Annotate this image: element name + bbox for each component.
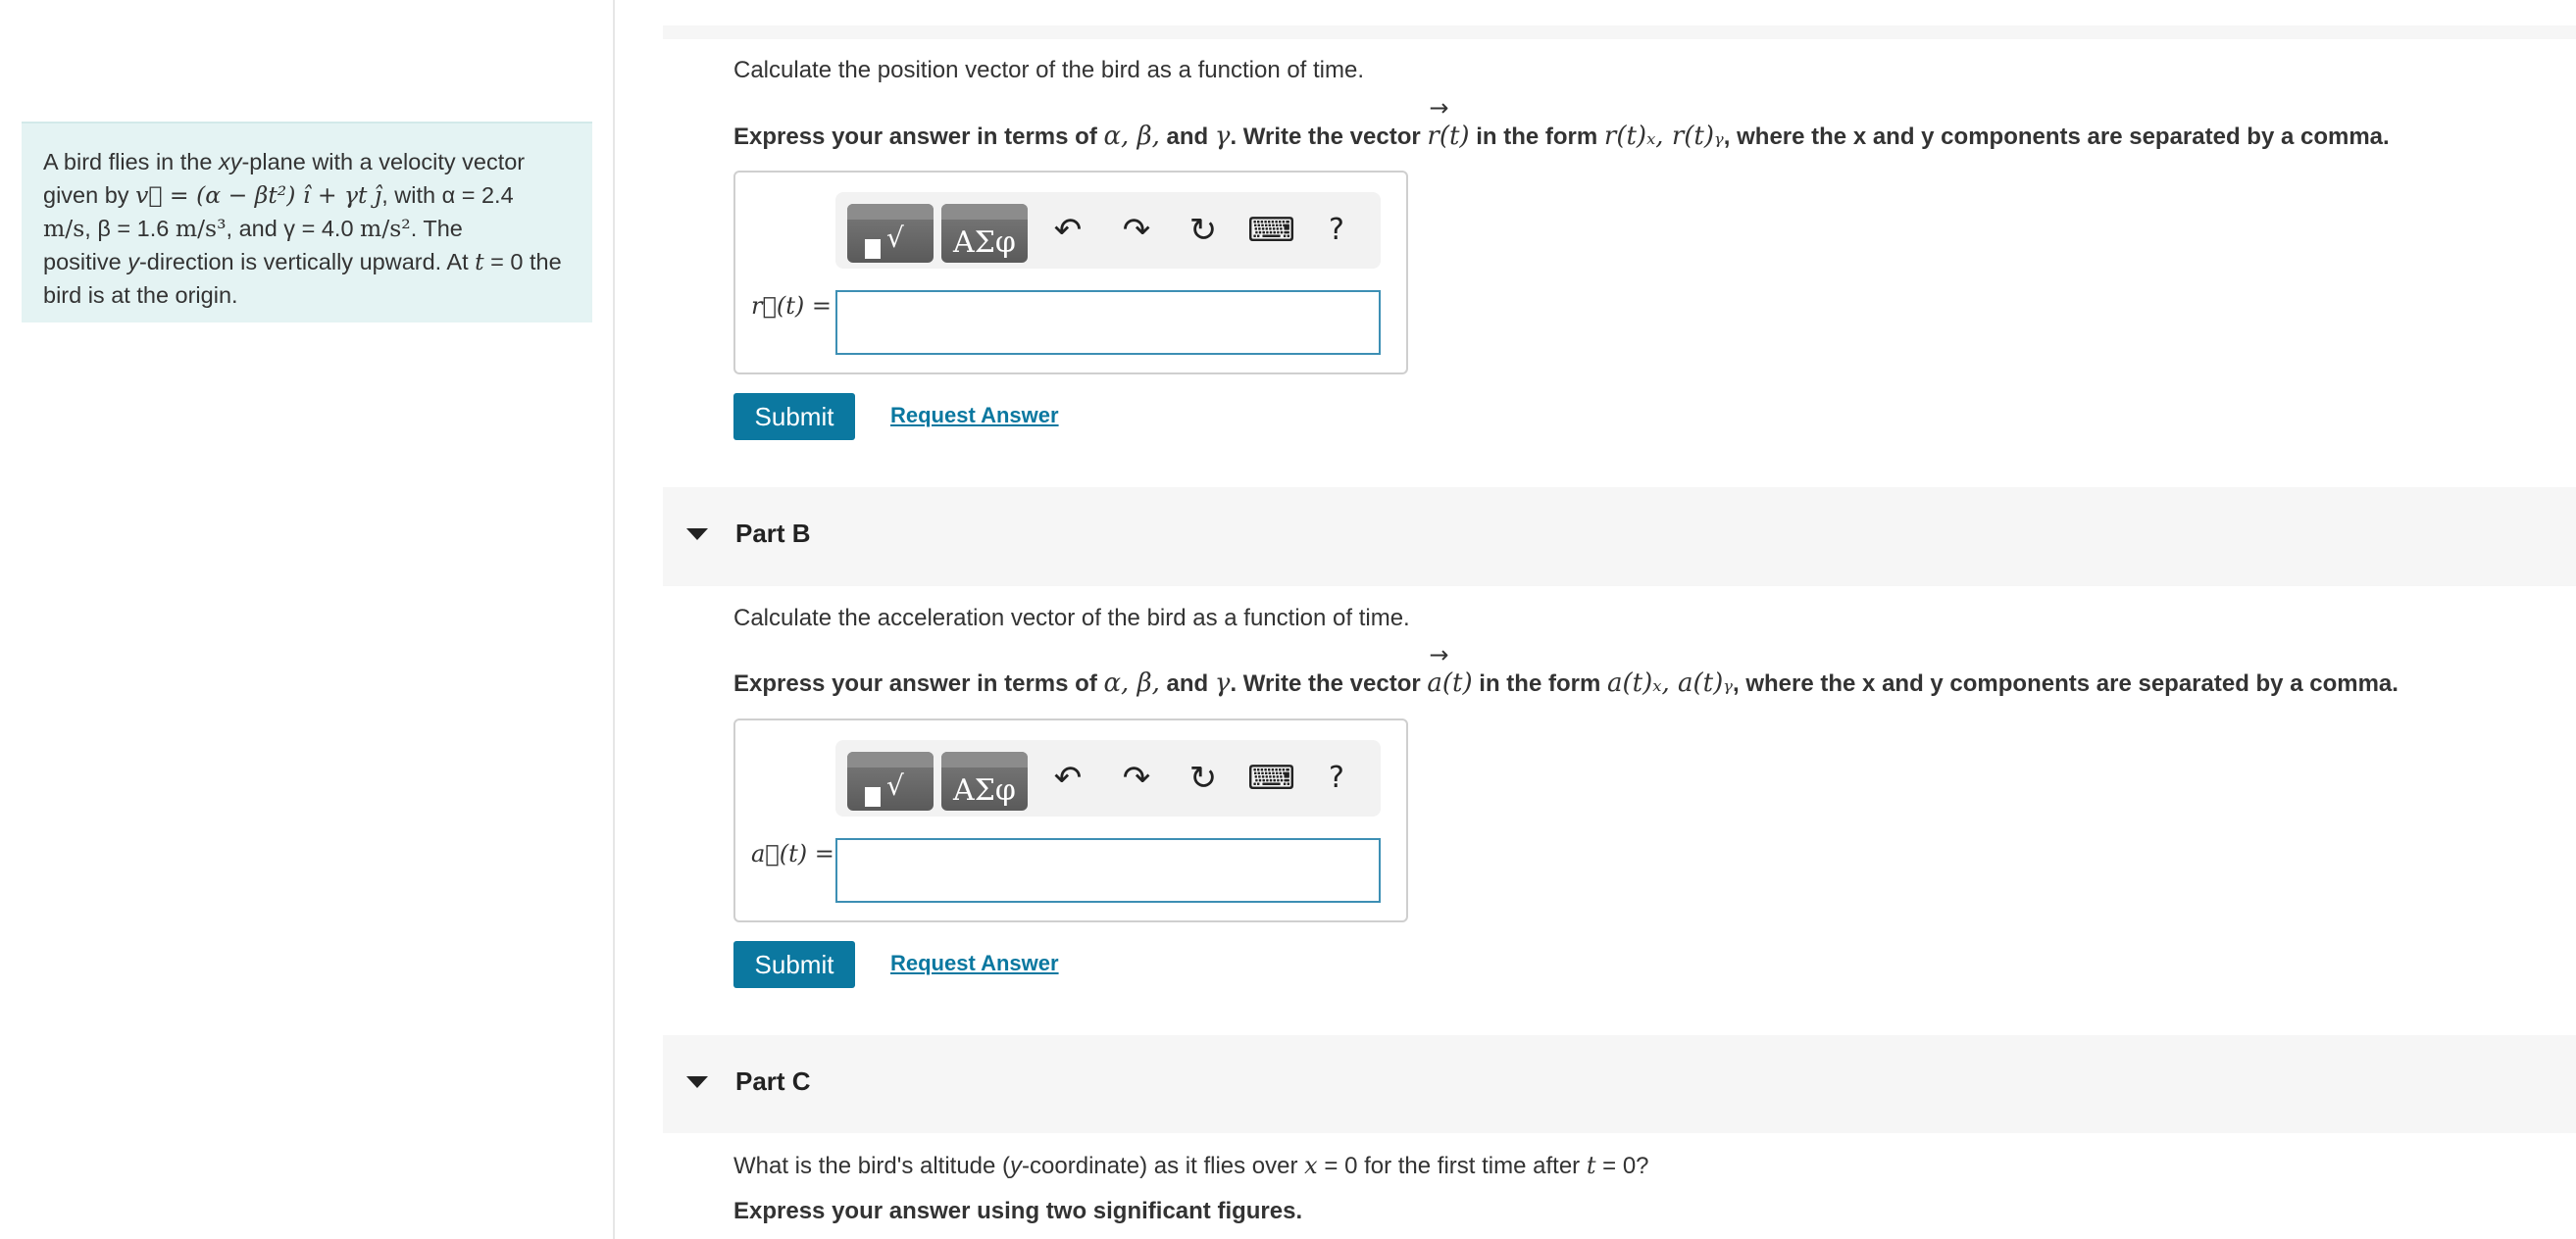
answer-label: r⃗(t) = — [751, 292, 832, 320]
placeholder-square-icon — [865, 239, 881, 259]
symbols-button[interactable]: ΑΣφ — [941, 204, 1028, 263]
part-a-answer-box: √ ΑΣφ ↶ ↷ ↻ ⌨ ? r⃗(t) = — [733, 171, 1408, 374]
reset-icon[interactable]: ↻ — [1181, 754, 1226, 803]
part-b-title: Part B — [735, 519, 811, 548]
math-toolbar: √ ΑΣφ ↶ ↷ ↻ ⌨ ? — [835, 740, 1381, 817]
help-button[interactable]: ? — [1314, 754, 1359, 803]
reset-icon[interactable]: ↻ — [1181, 206, 1226, 255]
answer-label: a⃗(t) = — [751, 840, 834, 867]
collapse-caret-icon[interactable] — [686, 527, 708, 540]
part-a-instructions: Express your answer in terms of α, β, an… — [733, 94, 2390, 151]
sqrt-icon: √ — [886, 769, 904, 802]
answer-input[interactable] — [835, 290, 1381, 355]
request-answer-link[interactable]: Request Answer — [890, 951, 1059, 976]
keyboard-icon[interactable]: ⌨ — [1247, 754, 1295, 803]
answer-input[interactable] — [835, 838, 1381, 903]
part-c-instructions: Express your answer using two significan… — [733, 1198, 1303, 1224]
problem-line-3: m/s, β = 1.6 m/s³, and γ = 4.0 m/s². The — [43, 215, 463, 242]
problem-line-4: positive y-direction is vertically upwar… — [43, 248, 562, 275]
symbols-button[interactable]: ΑΣφ — [941, 752, 1028, 811]
request-answer-link[interactable]: Request Answer — [890, 403, 1059, 428]
part-b-prompt: Calculate the acceleration vector of the… — [733, 605, 1410, 631]
templates-button[interactable]: √ — [847, 752, 934, 811]
redo-icon[interactable]: ↷ — [1114, 206, 1159, 255]
collapse-caret-icon[interactable] — [686, 1075, 708, 1088]
problem-line-1: A bird flies in the xy-plane with a velo… — [43, 149, 526, 174]
help-button[interactable]: ? — [1314, 206, 1359, 255]
part-b-instructions: Express your answer in terms of α, β, an… — [733, 641, 2399, 698]
submit-button[interactable]: Submit — [733, 941, 855, 988]
part-c-prompt: What is the bird's altitude (y-coordinat… — [733, 1152, 1649, 1179]
submit-button[interactable]: Submit — [733, 393, 855, 440]
undo-icon[interactable]: ↶ — [1045, 754, 1090, 803]
problem-pane: A bird flies in the xy-plane with a velo… — [0, 0, 615, 1239]
velocity-equation: v⃗ = (α − βt²) î + γt ĵ — [135, 181, 382, 209]
part-c-header[interactable]: Part C — [663, 1035, 2576, 1133]
redo-icon[interactable]: ↷ — [1114, 754, 1159, 803]
keyboard-icon[interactable]: ⌨ — [1247, 206, 1295, 255]
templates-button[interactable]: √ — [847, 204, 934, 263]
problem-statement: A bird flies in the xy-plane with a velo… — [22, 122, 592, 322]
part-a-header-band — [663, 25, 2576, 39]
part-a-prompt: Calculate the position vector of the bir… — [733, 57, 1365, 83]
placeholder-square-icon — [865, 787, 881, 807]
part-b-answer-box: √ ΑΣφ ↶ ↷ ↻ ⌨ ? a⃗(t) = — [733, 719, 1408, 922]
math-toolbar: √ ΑΣφ ↶ ↷ ↻ ⌨ ? — [835, 192, 1381, 269]
problem-line-5: bird is at the origin. — [43, 282, 238, 308]
sqrt-icon: √ — [886, 222, 904, 254]
part-b-header[interactable]: Part B — [663, 487, 2576, 586]
part-c-title: Part C — [735, 1066, 811, 1096]
undo-icon[interactable]: ↶ — [1045, 206, 1090, 255]
problem-line-2: given by v⃗ = (α − βt²) î + γt ĵ, with α… — [43, 181, 514, 209]
